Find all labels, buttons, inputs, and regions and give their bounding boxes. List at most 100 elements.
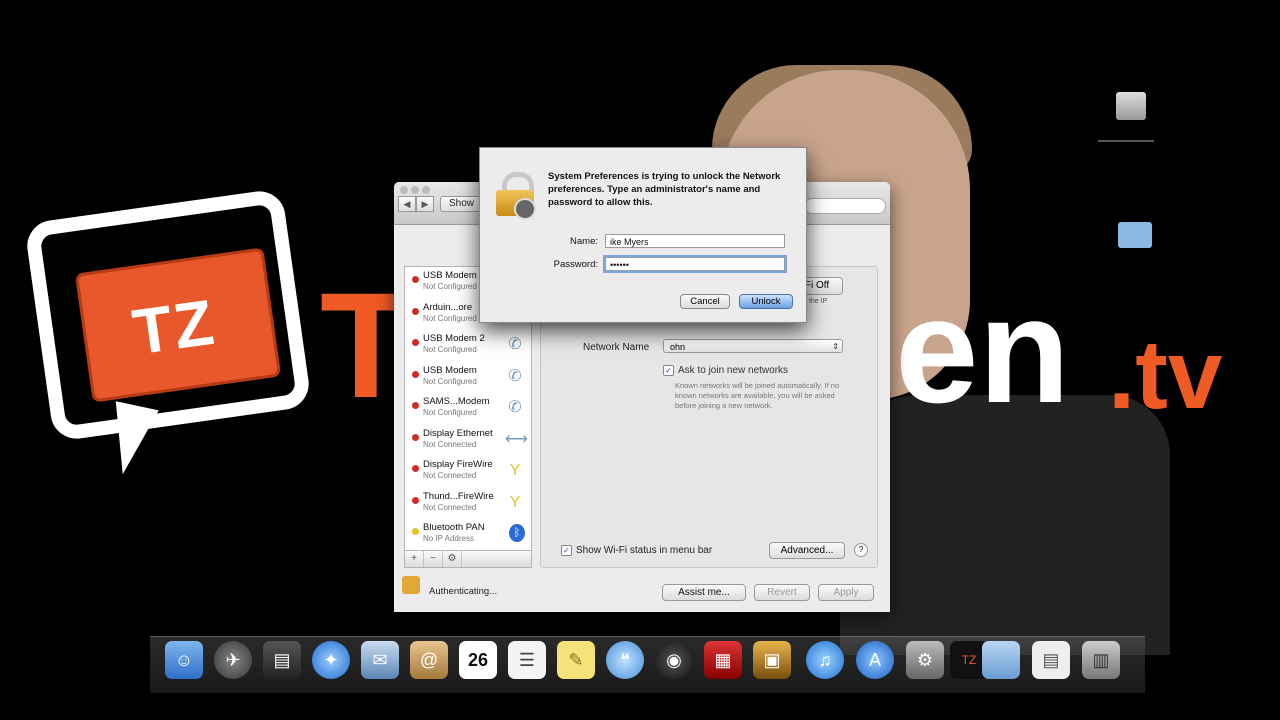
calendar-icon[interactable]: 26 xyxy=(459,641,497,679)
finder-icon[interactable]: ☺ xyxy=(165,641,203,679)
mail-icon[interactable]: ✉ xyxy=(361,641,399,679)
service-status: Not Configured xyxy=(423,376,477,386)
preview-icon[interactable]: ▣ xyxy=(753,641,791,679)
help-button[interactable]: ? xyxy=(854,543,868,557)
status-dot xyxy=(412,528,419,535)
notes-icon[interactable]: ✎ xyxy=(557,641,595,679)
bluetooth-icon: ᛒ xyxy=(509,524,525,542)
folder-icon[interactable] xyxy=(1118,222,1152,248)
action-menu-button[interactable]: ⚙ xyxy=(443,551,462,567)
service-list-toolbar: + − ⚙ xyxy=(404,550,532,568)
network-name-select[interactable]: ohn ⇕ xyxy=(663,339,843,353)
ip-note: the IP xyxy=(809,298,828,305)
service-name: USB Modem 2 xyxy=(423,333,485,344)
close-button[interactable] xyxy=(400,186,408,194)
forward-button[interactable]: ▶ xyxy=(416,196,434,212)
calendar-day: 26 xyxy=(467,650,489,670)
status-dot xyxy=(412,465,419,472)
service-item[interactable]: USB Modem 2 Not Configured ✆ xyxy=(405,330,531,362)
facetime-icon[interactable]: ◉ xyxy=(655,641,693,679)
service-status: Not Configured xyxy=(423,282,477,291)
service-item[interactable]: Bluetooth PAN No IP Address ᛒ xyxy=(405,519,531,551)
status-dot xyxy=(412,276,419,283)
service-name: USB Modem xyxy=(423,364,477,376)
firewire-icon: Y xyxy=(509,462,521,479)
messages-icon[interactable]: ❝ xyxy=(606,641,644,679)
revert-button[interactable]: Revert xyxy=(754,584,810,601)
status-dot xyxy=(412,339,419,346)
service-status: Not Connected xyxy=(423,439,477,449)
service-name: Thund...FireWire xyxy=(423,490,494,502)
service-item[interactable]: SAMS...Modem Not Configured ✆ xyxy=(405,393,531,425)
service-item[interactable]: Thund...FireWire Not Connected Y xyxy=(405,488,531,520)
assist-me-button[interactable]: Assist me... xyxy=(662,584,746,601)
remove-service-button[interactable]: − xyxy=(424,551,443,567)
hard-drive-icon[interactable] xyxy=(1116,92,1146,120)
zoom-button[interactable] xyxy=(422,186,430,194)
service-status: Not Connected xyxy=(423,471,477,480)
folder-icon[interactable] xyxy=(982,641,1020,679)
status-dot xyxy=(412,402,419,409)
known-networks-note: Known networks will be joined automatica… xyxy=(675,381,840,410)
photo-booth-icon[interactable]: ▦ xyxy=(704,641,742,679)
advanced-button[interactable]: Advanced... xyxy=(769,542,845,559)
add-service-button[interactable]: + xyxy=(405,551,424,567)
phone-icon: ✆ xyxy=(508,336,522,353)
network-name-value: ohn xyxy=(670,342,686,352)
status-dot xyxy=(412,307,419,315)
password-label: Password: xyxy=(553,259,598,270)
contacts-icon[interactable]: @ xyxy=(410,641,448,679)
service-status: Not Configured xyxy=(423,408,477,417)
ask-join-label: Ask to join new networks xyxy=(678,365,789,377)
service-name: Bluetooth PAN xyxy=(423,522,485,533)
service-status: Not Configured xyxy=(423,345,477,354)
app-store-icon[interactable]: A xyxy=(856,641,894,679)
auth-message: System Preferences is trying to unlock t… xyxy=(548,171,781,208)
ask-join-option[interactable]: ✓ Ask to join new networks xyxy=(663,365,788,376)
show-wifi-option[interactable]: ✓ Show Wi-Fi status in menu bar xyxy=(561,545,712,556)
phone-icon: ✆ xyxy=(508,399,522,416)
logo-text: TZ xyxy=(128,285,220,369)
cancel-button[interactable]: Cancel xyxy=(680,294,730,309)
apply-button[interactable]: Apply xyxy=(818,584,874,601)
search-input[interactable] xyxy=(804,198,886,214)
ethernet-icon: ⟷ xyxy=(505,430,528,448)
network-name-label: Network Name xyxy=(583,342,650,353)
itunes-icon[interactable]: ♫ xyxy=(806,641,844,679)
chevron-updown-icon: ⇕ xyxy=(832,342,839,351)
phone-icon: ✆ xyxy=(508,367,522,385)
system-preferences-icon[interactable]: ⚙ xyxy=(906,641,944,679)
safari-icon[interactable]: ✦ xyxy=(312,641,350,679)
reminders-icon[interactable]: ☰ xyxy=(508,641,546,679)
ask-join-checkbox[interactable]: ✓ xyxy=(663,365,674,376)
trash-icon[interactable]: ▥ xyxy=(1082,641,1120,679)
service-name: Display FireWire xyxy=(423,459,493,470)
status-dot xyxy=(412,433,419,441)
lock-icon xyxy=(494,172,536,220)
documents-icon[interactable]: ▤ xyxy=(1032,641,1070,679)
minimize-button[interactable] xyxy=(411,186,419,194)
status-dot xyxy=(412,370,419,378)
firewire-icon: Y xyxy=(509,493,521,511)
service-status: Not Connected xyxy=(423,502,477,512)
service-name: Display Ethernet xyxy=(423,427,493,439)
techzen-logo: TZ xyxy=(23,187,313,495)
service-item[interactable]: USB ModemNot Configured ✆ xyxy=(405,362,531,394)
service-status: No IP Address xyxy=(423,534,474,543)
password-field[interactable]: •••••• xyxy=(605,257,785,271)
show-wifi-label: Show Wi-Fi status in menu bar xyxy=(576,545,713,557)
service-item[interactable]: Display Ethernet Not Connected ⟷ xyxy=(405,425,531,457)
name-field[interactable]: ike Myers xyxy=(605,234,785,248)
brand-tld: .tv xyxy=(1108,319,1223,429)
back-button[interactable]: ◀ xyxy=(398,196,416,212)
service-item[interactable]: Display FireWire Not Connected Y xyxy=(405,456,531,488)
lock-icon[interactable] xyxy=(402,576,420,594)
service-status: Not Configured xyxy=(423,313,477,323)
launchpad-icon[interactable]: ✈ xyxy=(214,641,252,679)
unlock-button[interactable]: Unlock xyxy=(739,294,793,309)
name-label: Name: xyxy=(570,236,598,247)
mission-control-icon[interactable]: ▤ xyxy=(263,641,301,679)
desktop-icon-label xyxy=(1098,140,1154,142)
auth-dialog: System Preferences is trying to unlock t… xyxy=(479,147,807,323)
show-wifi-checkbox[interactable]: ✓ xyxy=(561,545,572,556)
